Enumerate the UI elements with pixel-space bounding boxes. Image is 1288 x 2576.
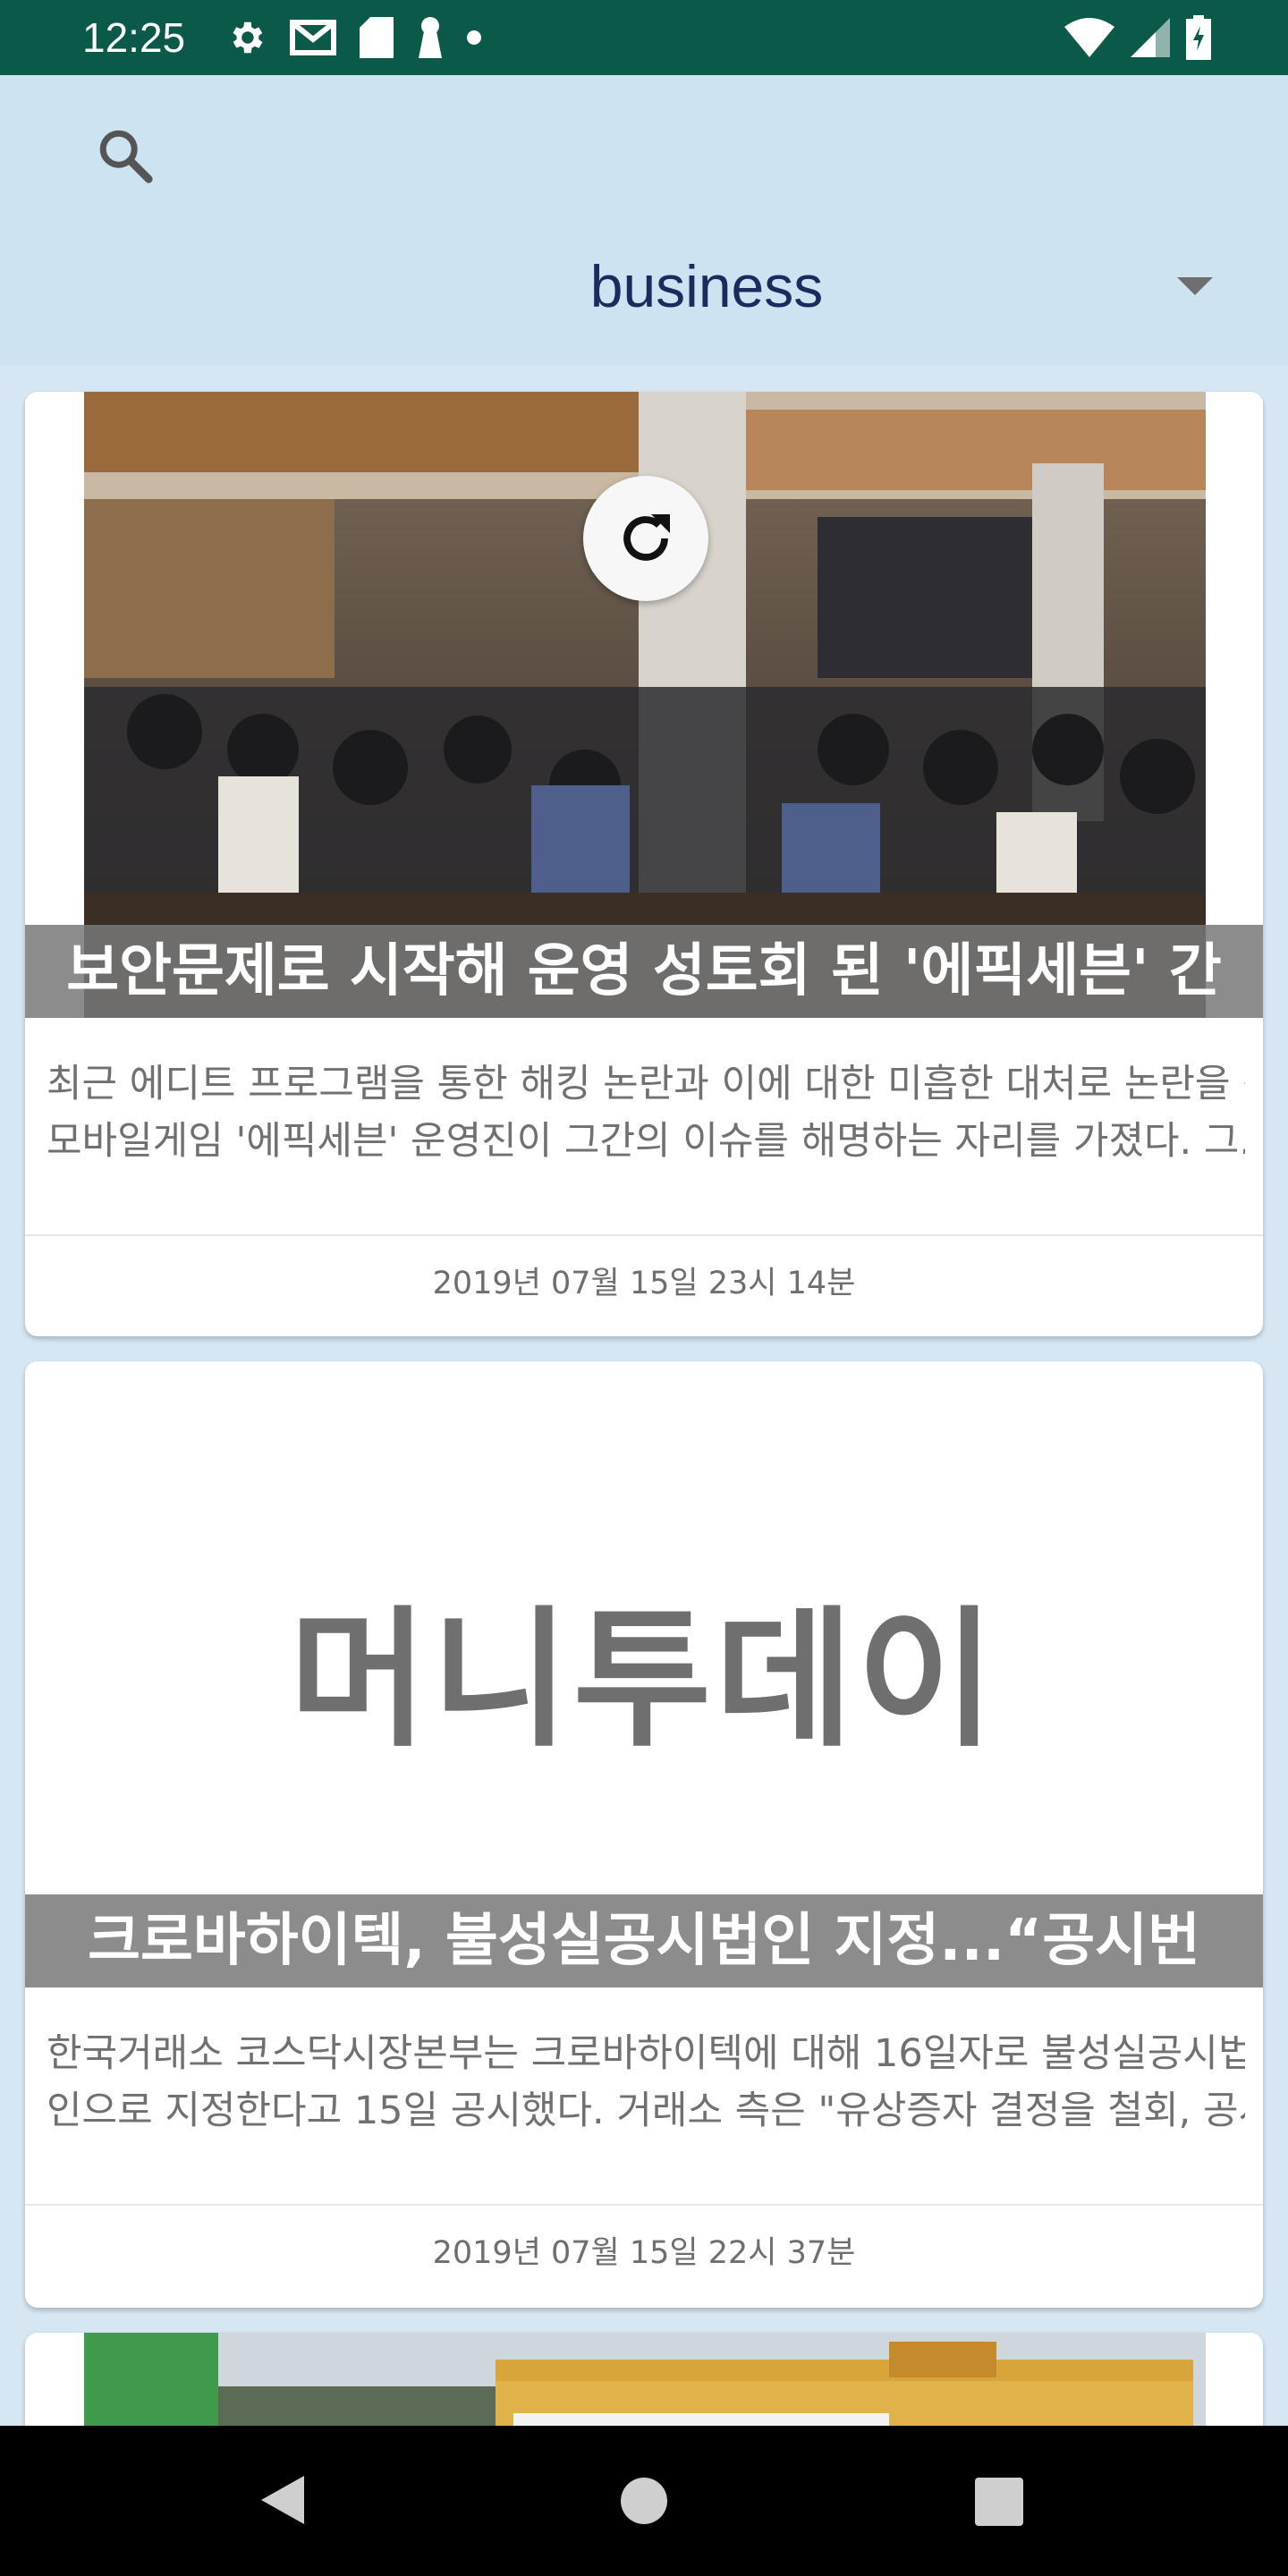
article-date: 2019년 07월 15일 23시 14분 (432, 1266, 856, 1301)
news-card[interactable]: 보안문제로 시작해 운영 성토회 된 '에픽세븐' 간 최근 에디트 프로그램을… (25, 392, 1263, 1336)
article-date: 2019년 07월 15일 22시 37분 (432, 2235, 856, 2271)
recent-apps-icon[interactable] (975, 2478, 1023, 2526)
card-divider (25, 1234, 1263, 1236)
navigation-bar (0, 2426, 1288, 2576)
system-icons (1064, 14, 1211, 61)
status-time: 12:25 (82, 14, 186, 61)
home-icon[interactable] (621, 2478, 667, 2524)
article-thumbnail: 보안문제로 시작해 운영 성토회 된 '에픽세븐' 간 (25, 392, 1263, 1018)
publisher-logo: 머니투데이 (289, 1592, 999, 1767)
article-description: 최근 에디트 프로그램을 통한 해킹 논란과 이에 대한 미흡한 대처로 논란을… (47, 1055, 1245, 1170)
article-title: 보안문제로 시작해 운영 성토회 된 '에픽세븐' 간 (25, 925, 1263, 1018)
back-icon[interactable] (258, 2472, 308, 2528)
article-description: 한국거래소 코스닥시장본부는 크로바하이텍에 대해 16일자로 불성실공시법 인… (47, 2025, 1245, 2140)
keyhole-icon (419, 17, 442, 58)
article-thumbnail: 머니투데이 크로바하이텍, 불성실공시법인 지정...“공시번 (25, 1361, 1263, 1987)
refresh-icon (623, 514, 670, 561)
search-icon[interactable] (89, 120, 161, 191)
arrow-drop-down-icon (1177, 277, 1213, 295)
card-divider (25, 2204, 1263, 2206)
news-list[interactable]: 보안문제로 시작해 운영 성토회 된 '에픽세븐' 간 최근 에디트 프로그램을… (0, 365, 1288, 2426)
notification-icons (225, 16, 481, 59)
category-label: business (589, 253, 824, 319)
gear-icon (233, 21, 263, 54)
category-dropdown[interactable]: business (179, 245, 1234, 326)
status-bar: 12:25 (0, 0, 1288, 75)
signal-icon (1131, 18, 1170, 57)
news-card[interactable]: 머니투데이 크로바하이텍, 불성실공시법인 지정...“공시번 한국거래소 코스… (25, 1361, 1263, 2308)
description-line: 최근 에디트 프로그램을 통한 해킹 논란과 이에 대한 미흡한 대처로 논란을… (47, 1062, 1245, 1106)
refresh-button[interactable] (583, 476, 708, 601)
article-thumbnail (84, 2333, 1206, 2426)
description-line: 모바일게임 '에픽세븐' 운영진이 그간의 이슈를 해명하는 자리를 가졌다. … (47, 1119, 1245, 1164)
news-card[interactable] (25, 2333, 1263, 2426)
wifi-icon (1064, 18, 1114, 57)
description-line: 인으로 지정한다고 15일 공시했다. 거래소 측은 "유상증자 결정을 철회,… (47, 2089, 1245, 2133)
gmail-icon (290, 20, 336, 55)
description-line: 한국거래소 코스닥시장본부는 크로바하이텍에 대해 16일자로 불성실공시법 (47, 2031, 1245, 2076)
dot-icon (467, 30, 481, 45)
battery-charging-icon (1186, 15, 1211, 60)
app-header: business (0, 75, 1288, 365)
sd-card-icon (360, 17, 394, 58)
article-title: 크로바하이텍, 불성실공시법인 지정...“공시번 (25, 1894, 1263, 1987)
